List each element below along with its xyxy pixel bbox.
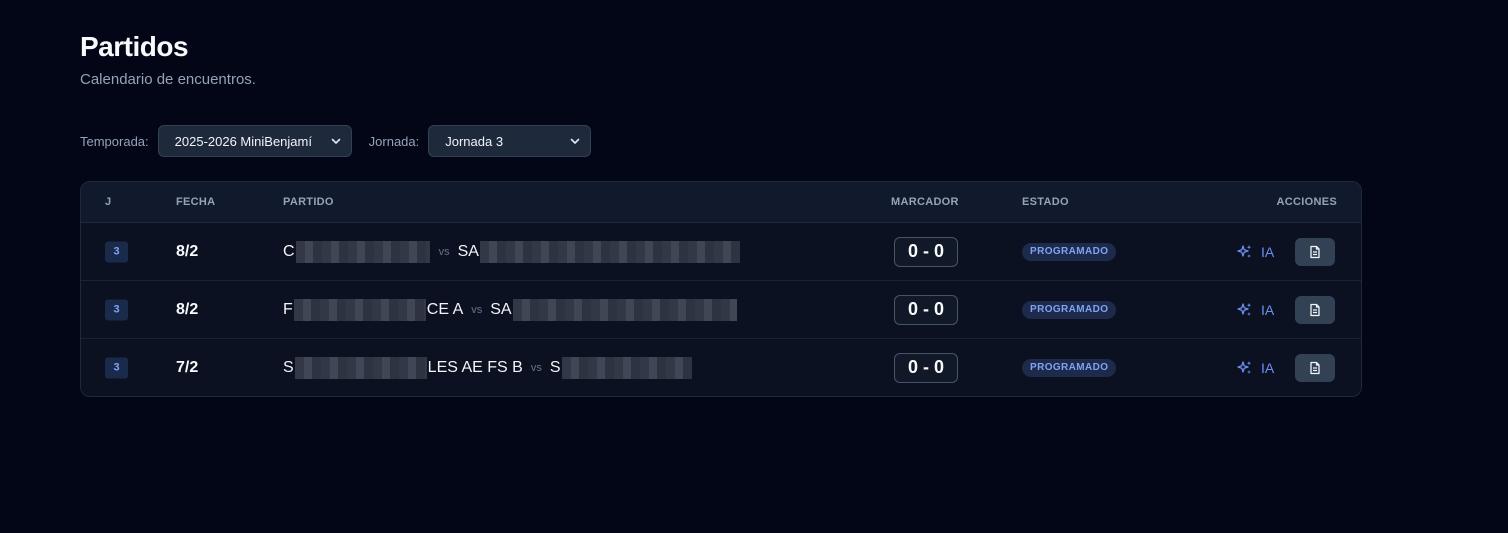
header-j: J (105, 196, 112, 208)
home-team-prefix: S (283, 358, 294, 376)
table-row: 3 7/2 S LES AE FS B vs S 0 - 0 PROGRAMAD… (81, 339, 1361, 396)
score-box: 0 - 0 (894, 294, 958, 325)
round-label: Jornada: (368, 133, 420, 149)
status-badge: PROGRAMADO (1022, 300, 1117, 319)
filters-bar: Temporada: 2025-2026 MiniBenjamí Jornada… (80, 125, 1360, 157)
ia-button[interactable]: IA (1237, 360, 1274, 376)
matches-page: Partidos Calendario de encuentros. Tempo… (80, 30, 1362, 397)
status-badge: PROGRAMADO (1022, 242, 1117, 261)
ia-button[interactable]: IA (1237, 244, 1274, 260)
home-team-suffix: LES AE FS B (427, 358, 523, 376)
round-badge: 3 (105, 299, 128, 320)
sparkles-icon (1237, 302, 1252, 316)
matches-table: J FECHA PARTIDO MARCADOR ESTADO ACCIONES… (80, 181, 1362, 397)
redacted-home-team (295, 240, 430, 263)
match-date: 8/2 (176, 300, 199, 318)
season-select[interactable]: 2025-2026 MiniBenjamí (157, 125, 352, 157)
table-header: J FECHA PARTIDO MARCADOR ESTADO ACCIONES (81, 182, 1361, 223)
redacted-away-team (479, 240, 740, 263)
document-icon (1310, 303, 1320, 316)
chevron-down-icon (331, 138, 340, 144)
ia-label: IA (1261, 359, 1275, 376)
table-row: 3 8/2 C vs SA 0 - 0 PROGRAMADO IA (81, 223, 1361, 281)
away-team-prefix: SA (457, 242, 479, 260)
header-marcador: MARCADOR (891, 196, 959, 208)
home-team-prefix: F (283, 300, 293, 318)
sparkles-icon (1237, 360, 1252, 374)
match-date: 8/2 (176, 242, 199, 260)
season-select-value: 2025-2026 MiniBenjamí (174, 133, 312, 149)
header-fecha: FECHA (176, 196, 216, 208)
chevron-down-icon (570, 138, 580, 144)
match-date: 7/2 (176, 358, 199, 376)
report-button[interactable] (1295, 353, 1335, 382)
redacted-home-team (293, 298, 426, 321)
report-button[interactable] (1295, 237, 1335, 266)
vs-separator: vs (438, 245, 450, 258)
ia-label: IA (1261, 243, 1275, 260)
match-teams: C vs SA (283, 240, 741, 263)
report-button[interactable] (1295, 295, 1335, 324)
table-row: 3 8/2 F CE A vs SA 0 - 0 PROGRAMADO IA (81, 281, 1361, 339)
redacted-home-team (294, 356, 427, 379)
header-estado: ESTADO (1022, 196, 1069, 208)
header-acciones: ACCIONES (1276, 196, 1337, 208)
header-partido: PARTIDO (283, 196, 334, 208)
vs-separator: vs (471, 303, 483, 316)
match-teams: S LES AE FS B vs S (283, 356, 693, 379)
redacted-away-team (512, 298, 737, 321)
round-select-value: Jornada 3 (445, 133, 504, 149)
page-title: Partidos (80, 31, 189, 62)
ia-label: IA (1261, 301, 1275, 318)
home-team-suffix: CE A (426, 300, 464, 318)
season-label: Temporada: (80, 133, 149, 149)
status-badge: PROGRAMADO (1022, 358, 1117, 377)
ia-button[interactable]: IA (1237, 302, 1274, 318)
document-icon (1310, 361, 1320, 374)
score-box: 0 - 0 (894, 236, 958, 267)
sparkles-icon (1237, 244, 1252, 258)
away-team-prefix: SA (490, 300, 512, 318)
round-badge: 3 (105, 241, 128, 262)
away-team-prefix: S (549, 358, 561, 376)
score-box: 0 - 0 (894, 352, 958, 383)
match-teams: F CE A vs SA (283, 298, 738, 321)
vs-separator: vs (530, 361, 542, 374)
home-team-prefix: C (283, 242, 295, 260)
page-subtitle: Calendario de encuentros. (80, 71, 256, 88)
round-badge: 3 (105, 357, 128, 378)
redacted-away-team (561, 356, 692, 379)
round-select[interactable]: Jornada 3 (428, 125, 592, 157)
document-icon (1310, 245, 1320, 258)
